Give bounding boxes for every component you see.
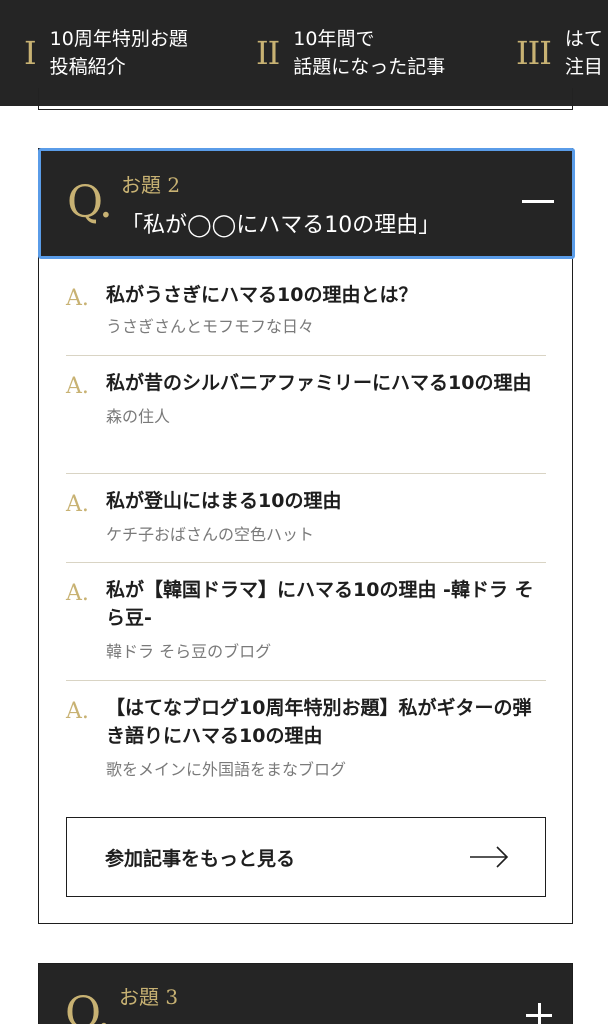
topic-number: お題 3 xyxy=(119,985,179,1009)
see-more-articles-button[interactable]: 参加記事をもっと見る xyxy=(66,817,546,897)
nav-numeral: I xyxy=(24,34,37,72)
answer-item[interactable]: A. 【はてなブログ10周年特別お題】私がギターの弾き語りにハマる10の理由 歌… xyxy=(66,681,546,799)
answer-item[interactable]: A. 私が昔のシルバニアファミリーにハマる10の理由 森の住人 xyxy=(66,356,546,474)
topic-2-header[interactable]: Q. お題 2 「私が◯◯にハマる10の理由」 xyxy=(38,148,575,259)
nav-numeral: III xyxy=(516,34,552,72)
topic-title: 「私が◯◯にハマる10の理由」 xyxy=(121,213,441,238)
answer-title: 私が【韓国ドラマ】にハマる10の理由 -韓ドラ そら豆- xyxy=(106,579,534,629)
answer-blog-name: 韓ドラ そら豆のブログ xyxy=(106,642,272,661)
nav-label: 10年間で 話題になった記事 xyxy=(293,25,445,81)
nav-label: 10周年特別お題 投稿紹介 xyxy=(50,25,188,81)
nav-label-line: 10周年特別お題 xyxy=(49,28,188,50)
answer-title: 私がうさぎにハマる10の理由とは？ xyxy=(106,284,418,306)
answer-mark: A. xyxy=(66,492,89,517)
see-more-label: 参加記事をもっと見る xyxy=(105,847,296,870)
answer-blog-name: ケチ子おばさんの空色ハット xyxy=(106,525,315,544)
answer-item[interactable]: A. 私がうさぎにハマる10の理由とは？ うさぎさんとモフモフな日々 xyxy=(66,261,546,356)
answer-mark: A. xyxy=(66,581,89,606)
topic-3-header[interactable]: Q. お題 3 xyxy=(38,963,573,1024)
answer-title: 【はてなブログ10周年特別お題】私がギターの弾き語りにハマる10の理由 xyxy=(106,697,532,747)
answer-mark: A. xyxy=(66,374,89,399)
nav-label: はて 注目 xyxy=(565,25,603,81)
answer-blog-name: うさぎさんとモフモフな日々 xyxy=(106,317,315,336)
question-mark: Q. xyxy=(67,177,113,228)
answer-mark: A. xyxy=(66,286,89,311)
topic-number: お題 2 xyxy=(121,173,181,197)
nav-label-line: はて xyxy=(564,28,603,50)
topic-2-card: Q. お題 2 「私が◯◯にハマる10の理由」 A. 私がうさぎにハマる10の理… xyxy=(38,148,575,924)
nav-label-line: 話題になった記事 xyxy=(293,56,446,78)
answer-title: 私が昔のシルバニアファミリーにハマる10の理由 xyxy=(106,372,532,394)
answer-mark: A. xyxy=(66,699,89,724)
previous-card-edge xyxy=(38,88,573,110)
answer-blog-name: 歌をメインに外国語をまなブログ xyxy=(106,760,347,779)
expand-plus-icon-stroke xyxy=(538,1003,541,1024)
nav-label-line: 投稿紹介 xyxy=(49,56,126,78)
question-mark: Q. xyxy=(65,988,111,1024)
answer-list: A. 私がうさぎにハマる10の理由とは？ うさぎさんとモフモフな日々 A. 私が… xyxy=(66,261,546,799)
collapse-minus-icon[interactable] xyxy=(522,200,554,203)
nav-label-line: 注目 xyxy=(564,56,603,78)
nav-label-line: 10年間で xyxy=(293,28,375,50)
nav-numeral: II xyxy=(256,34,280,72)
answer-blog-name: 森の住人 xyxy=(106,407,171,426)
answer-item[interactable]: A. 私が【韓国ドラマ】にハマる10の理由 -韓ドラ そら豆- 韓ドラ そら豆の… xyxy=(66,563,546,681)
answer-item[interactable]: A. 私が登山にはまる10の理由 ケチ子おばさんの空色ハット xyxy=(66,474,546,563)
answer-title: 私が登山にはまる10の理由 xyxy=(106,490,342,512)
arrow-right-icon xyxy=(470,846,509,868)
